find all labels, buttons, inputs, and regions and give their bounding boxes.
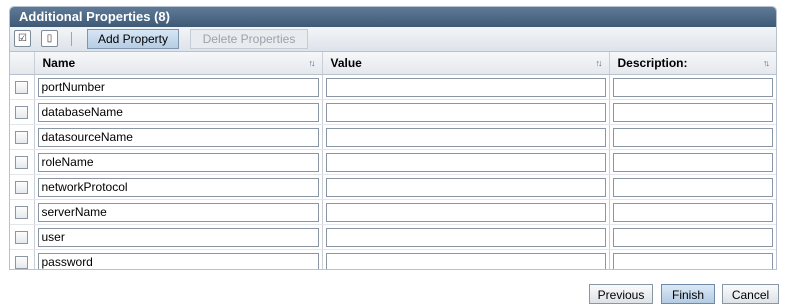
row-checkbox[interactable] [15,105,29,119]
property-description-field[interactable] [612,152,773,172]
properties-table: Name ↑↓ Value ↑↓ Description: ↑↓ portNumber… [10,52,776,269]
sort-icon[interactable]: ↑↓ [763,58,770,68]
table-row: portNumber [10,74,776,100]
sort-icon[interactable]: ↑↓ [309,58,316,68]
row-checkbox[interactable] [15,155,29,169]
value-header-label: Value [330,56,362,70]
property-name-field[interactable]: databaseName [37,102,319,122]
table-row: user [10,224,776,250]
row-checkbox[interactable] [15,230,29,244]
cancel-button[interactable]: Cancel [722,284,779,304]
property-value-field[interactable] [325,227,606,247]
name-header-label: Name [42,56,76,70]
description-column-header[interactable]: Description: ↑↓ [609,52,776,75]
property-description-field[interactable] [612,127,773,147]
value-column-header[interactable]: Value ↑↓ [322,52,610,75]
property-value-field[interactable] [325,252,606,269]
row-checkbox[interactable] [15,130,29,144]
table-header-row: Name ↑↓ Value ↑↓ Description: ↑↓ [10,52,776,75]
sort-icon[interactable]: ↑↓ [596,58,603,68]
property-name-field[interactable]: roleName [37,152,319,172]
property-value-field[interactable] [325,77,606,97]
property-name-field[interactable]: serverName [37,202,319,222]
table-row: datasourceName [10,124,776,150]
property-description-field[interactable] [612,227,773,247]
property-value-field[interactable] [325,102,606,122]
deselect-all-icon[interactable]: ▯ [41,30,58,47]
property-description-field[interactable] [612,77,773,97]
property-value-field[interactable] [325,152,606,172]
property-name-field[interactable]: password [37,252,319,269]
table-row: databaseName [10,99,776,125]
description-header-label: Description: [617,56,688,70]
table-row: roleName [10,149,776,175]
add-property-button[interactable]: Add Property [87,29,179,49]
row-checkbox[interactable] [15,205,29,219]
table-row: password [10,249,776,269]
row-checkbox[interactable] [15,80,29,94]
previous-button[interactable]: Previous [589,284,653,304]
row-checkbox[interactable] [15,180,29,194]
select-all-icon[interactable]: ☑ [14,30,31,47]
property-name-field[interactable]: user [37,227,319,247]
name-column-header[interactable]: Name ↑↓ [34,52,323,75]
property-name-field[interactable]: portNumber [37,77,319,97]
additional-properties-panel: Additional Properties (8) ☑ ▯ Add Proper… [9,6,777,270]
property-name-field[interactable]: networkProtocol [37,177,319,197]
toolbar-divider [71,32,72,46]
delete-properties-button[interactable]: Delete Properties [190,29,308,49]
property-value-field[interactable] [325,177,606,197]
property-description-field[interactable] [612,202,773,222]
row-checkbox[interactable] [15,255,29,269]
property-value-field[interactable] [325,127,606,147]
select-column-header [10,52,35,75]
table-row: serverName [10,199,776,225]
property-description-field[interactable] [612,252,773,269]
finish-button[interactable]: Finish [661,284,715,304]
panel-title: Additional Properties (8) [10,7,776,27]
table-row: networkProtocol [10,174,776,200]
property-value-field[interactable] [325,202,606,222]
property-description-field[interactable] [612,102,773,122]
property-name-field[interactable]: datasourceName [37,127,319,147]
toolbar: ☑ ▯ Add Property Delete Properties [10,27,776,52]
property-description-field[interactable] [612,177,773,197]
